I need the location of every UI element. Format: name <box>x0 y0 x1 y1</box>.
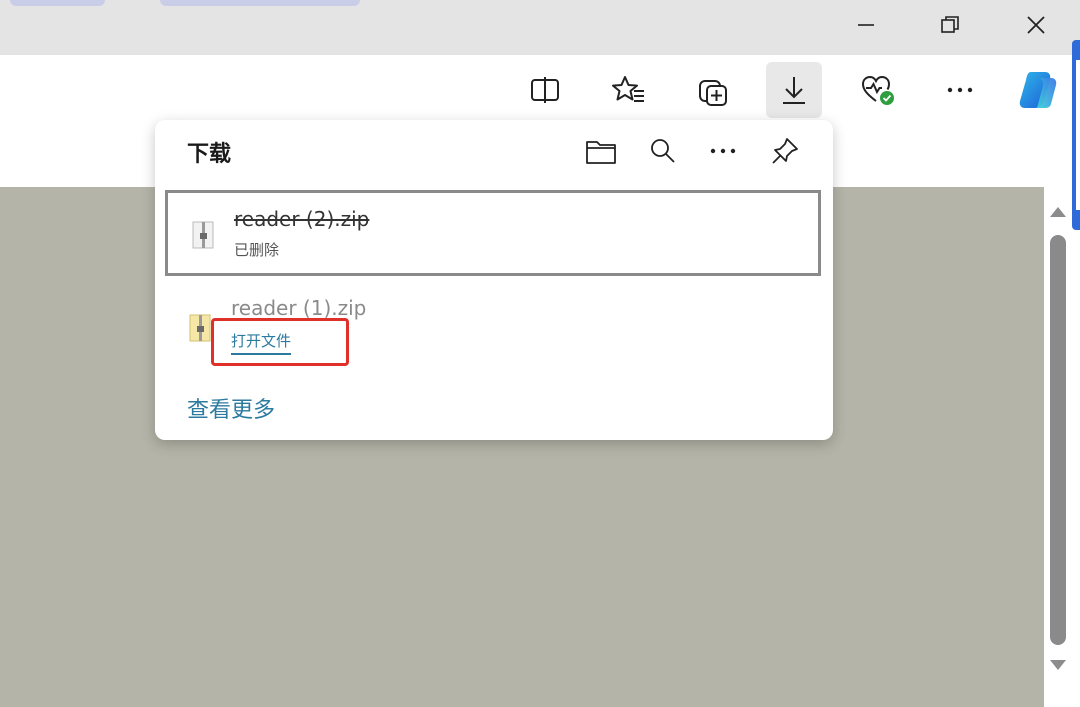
downloads-more-button[interactable] <box>703 134 743 168</box>
download-icon <box>783 77 805 104</box>
sidebar-edge-gap <box>1076 60 1080 210</box>
tab-fragment[interactable] <box>10 0 105 6</box>
open-downloads-folder-button[interactable] <box>581 134 621 168</box>
download-item[interactable]: reader (2).zip 已删除 <box>165 190 821 276</box>
downloads-button[interactable] <box>766 62 822 118</box>
more-icon <box>947 87 973 93</box>
highlight-annotation <box>211 318 349 366</box>
browser-essentials-icon <box>861 75 894 105</box>
title-bar <box>0 0 1080 55</box>
zip-file-icon <box>192 221 214 249</box>
download-file-name: reader (1).zip <box>231 296 367 320</box>
search-icon <box>651 139 675 163</box>
more-button[interactable] <box>932 62 988 118</box>
browser-essentials-button[interactable] <box>850 62 906 118</box>
restore-button[interactable] <box>920 0 980 50</box>
pin-icon <box>772 138 798 164</box>
restore-icon <box>941 16 959 33</box>
scroll-down-arrow-icon[interactable] <box>1050 660 1066 670</box>
collections-button[interactable] <box>685 62 741 118</box>
favorites-icon <box>612 76 644 102</box>
collections-icon <box>699 80 727 106</box>
search-downloads-button[interactable] <box>643 134 683 168</box>
scroll-up-arrow-icon[interactable] <box>1050 207 1066 217</box>
more-icon <box>710 148 736 154</box>
zip-file-icon <box>189 314 211 342</box>
copilot-icon <box>1019 72 1057 108</box>
minimize-icon <box>858 24 874 26</box>
tab-fragment[interactable] <box>160 0 360 6</box>
favorites-button[interactable] <box>601 62 657 118</box>
see-more-link[interactable]: 查看更多 <box>187 392 275 424</box>
copilot-button[interactable] <box>1010 62 1066 118</box>
panel-title: 下载 <box>187 142 232 167</box>
folder-icon <box>586 141 616 164</box>
split-screen-button[interactable] <box>517 62 573 118</box>
download-file-name: reader (2).zip <box>234 207 370 231</box>
scrollbar-thumb[interactable] <box>1050 235 1066 645</box>
minimize-button[interactable] <box>836 0 896 50</box>
close-icon <box>1027 16 1045 34</box>
pin-downloads-button[interactable] <box>765 134 805 168</box>
split-screen-icon <box>531 77 559 103</box>
close-button[interactable] <box>1006 0 1066 50</box>
downloads-panel: 下载 reader (2).zip 已删除 reader (1).zip 打开文… <box>155 120 833 440</box>
download-status: 已删除 <box>234 241 280 259</box>
